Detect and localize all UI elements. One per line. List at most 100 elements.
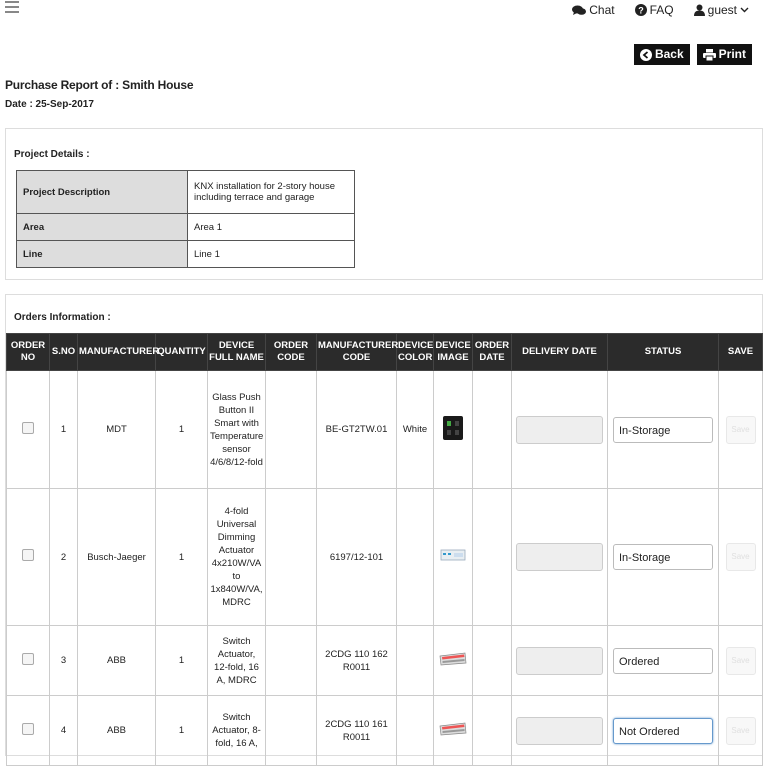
delivery-date-cell	[511, 488, 608, 626]
col-manufacturer: MANUFACTURER	[77, 333, 159, 371]
order-checkbox[interactable]	[22, 421, 34, 434]
nav-user[interactable]: guest	[693, 3, 752, 17]
col-quantity: QUANTITY	[155, 333, 208, 371]
project-details-heading: Project Details :	[14, 149, 90, 160]
chat-icon	[572, 5, 587, 15]
project-row: Area Area 1	[16, 213, 355, 241]
project-description-value: KNX installation for 2-story house inclu…	[187, 170, 355, 214]
col-device-image: DEVICE IMAGE	[433, 333, 473, 371]
print-button[interactable]: Print	[696, 44, 752, 65]
col-order-code: ORDER CODE	[265, 333, 317, 371]
sno-cell: 4	[49, 695, 78, 766]
order-checkbox-cell	[6, 370, 50, 489]
orders-table: ORDER NO S.NO MANUFACTURER QUANTITY DEVI…	[6, 333, 763, 766]
col-save: SAVE	[718, 333, 763, 371]
device-image-cell	[433, 695, 473, 766]
save-button[interactable]: Save	[725, 716, 756, 745]
top-bar: Chat ? FAQ guest	[0, 0, 768, 30]
order-code-cell	[265, 695, 317, 766]
col-order-no: ORDER NO	[6, 333, 50, 371]
order-checkbox[interactable]	[22, 722, 34, 735]
col-delivery-date: DELIVERY DATE	[511, 333, 608, 371]
order-checkbox-cell	[6, 488, 50, 626]
save-button[interactable]: Save	[725, 543, 756, 571]
status-select[interactable]: Ordered	[613, 647, 713, 674]
order-checkbox[interactable]	[22, 652, 34, 665]
table-row: 3 ABB 1 Switch Actuator, 12-fold, 16 A, …	[6, 625, 763, 696]
col-device-color: DEVICE COLOR	[396, 333, 434, 371]
save-button[interactable]: Save	[725, 415, 756, 444]
question-circle-icon: ?	[634, 4, 647, 16]
status-select[interactable]: In-Storage	[613, 544, 713, 570]
project-details-panel: Project Details : Project Description KN…	[5, 128, 763, 280]
device-image-cell	[433, 625, 473, 696]
device-color-cell	[396, 625, 434, 696]
delivery-date-cell	[511, 695, 608, 766]
delivery-date-cell	[511, 625, 608, 696]
printer-icon	[702, 48, 716, 61]
delivery-date-input[interactable]	[516, 543, 603, 571]
status-cell: In-Storage	[607, 488, 719, 626]
svg-text:?: ?	[638, 6, 644, 16]
device-name-cell: Switch Actuator, 12-fold, 16 A, MDRC	[207, 625, 266, 696]
status-cell: Ordered	[607, 625, 719, 696]
nav-faq[interactable]: ? FAQ	[634, 3, 674, 17]
delivery-date-input[interactable]	[516, 716, 603, 745]
delivery-date-input[interactable]	[516, 646, 603, 675]
quantity-cell: 1	[155, 488, 208, 626]
save-cell: Save	[718, 488, 763, 626]
save-button[interactable]: Save	[725, 646, 756, 675]
table-row: 4 ABB 1 Switch Actuator, 8-fold, 16 A, 2…	[6, 695, 763, 766]
order-date-cell	[472, 488, 512, 626]
manufacturer-cell: Busch-Jaeger	[77, 488, 156, 626]
table-row: 2 Busch-Jaeger 1 4-fold Universal Dimmin…	[6, 488, 763, 626]
sno-cell: 2	[49, 488, 78, 626]
area-value: Area 1	[187, 213, 355, 241]
manufacturer-code-cell: 2CDG 110 161 R0011	[316, 695, 397, 766]
arrow-circle-left-icon	[639, 48, 652, 61]
delivery-date-cell	[511, 370, 608, 489]
action-buttons: Back Print	[627, 44, 752, 65]
status-select[interactable]: In-Storage	[613, 416, 713, 443]
page-title: Purchase Report of : Smith House	[5, 78, 194, 92]
orders-heading: Orders Information :	[14, 312, 111, 323]
sno-cell: 3	[49, 625, 78, 696]
col-order-date: ORDER DATE	[472, 333, 512, 371]
save-cell: Save	[718, 695, 763, 766]
delivery-date-input[interactable]	[516, 415, 603, 444]
quantity-cell: 1	[155, 370, 208, 489]
table-row: 1 MDT 1 Glass Push Button II Smart with …	[6, 370, 763, 489]
nav-user-label: guest	[707, 3, 737, 17]
status-select[interactable]: Not Ordered	[613, 717, 713, 744]
line-value: Line 1	[187, 240, 355, 268]
orders-header-row: ORDER NO S.NO MANUFACTURER QUANTITY DEVI…	[6, 333, 763, 371]
nav-chat[interactable]: Chat	[572, 3, 615, 17]
status-cell: In-Storage	[607, 370, 719, 489]
dimming-actuator-device-image	[440, 549, 466, 561]
chevron-down-icon	[740, 7, 749, 13]
device-image-cell	[433, 488, 473, 626]
quantity-cell: 1	[155, 625, 208, 696]
order-checkbox-cell	[6, 625, 50, 696]
nav-chat-label: Chat	[589, 3, 615, 17]
project-row: Line Line 1	[16, 240, 355, 268]
hamburger-icon[interactable]	[5, 1, 19, 13]
device-color-cell: White	[396, 370, 434, 489]
device-image-cell	[433, 370, 473, 489]
order-date-cell	[472, 370, 512, 489]
back-button[interactable]: Back	[633, 44, 690, 65]
order-date-cell	[472, 625, 512, 696]
manufacturer-code-cell: 2CDG 110 162 R0011	[316, 625, 397, 696]
manufacturer-cell: ABB	[77, 695, 156, 766]
device-name-cell: 4-fold Universal Dimming Actuator 4x210W…	[207, 488, 266, 626]
manufacturer-code-cell: BE-GT2TW.01	[316, 370, 397, 489]
order-code-cell	[265, 370, 317, 489]
col-sno: S.NO	[49, 333, 78, 371]
nav-faq-label: FAQ	[649, 3, 674, 17]
device-name-cell: Glass Push Button II Smart with Temperat…	[207, 370, 266, 489]
manufacturer-cell: MDT	[77, 370, 156, 489]
project-description-label: Project Description	[16, 170, 188, 214]
switch-actuator-device-image	[439, 652, 467, 665]
col-device-full-name: DEVICE FULL NAME	[207, 333, 266, 371]
order-checkbox[interactable]	[22, 549, 34, 561]
